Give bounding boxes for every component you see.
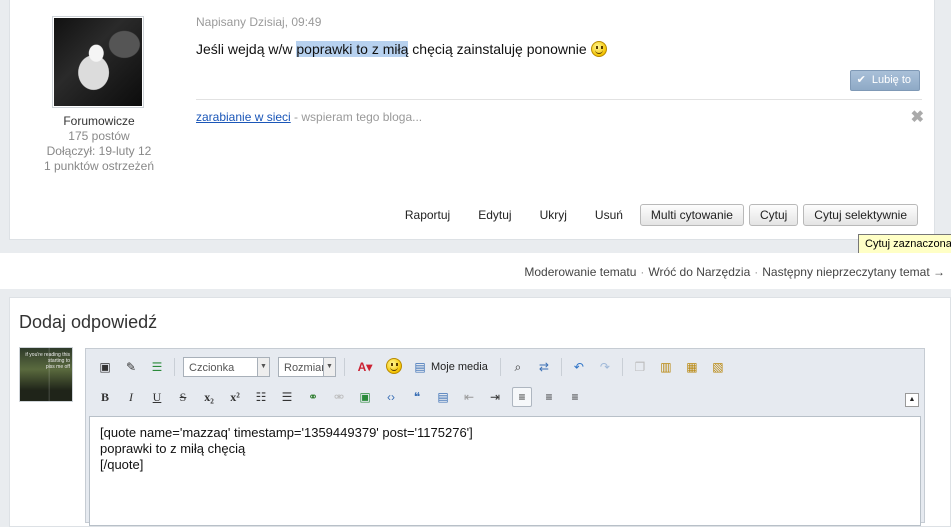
link-icon[interactable]: ⚭ <box>304 388 322 406</box>
post-body: Jeśli wejdą w/w poprawki to z miłą chęci… <box>196 41 607 57</box>
quote-button[interactable]: Cytuj <box>748 204 799 226</box>
back-to-forum-link[interactable]: Wróć do Narzędzia <box>648 265 750 279</box>
author-posts: 175 postów <box>68 129 130 143</box>
size-select[interactable]: Rozmiar ▼ <box>278 357 336 377</box>
font-select[interactable]: Czcionka ▼ <box>183 357 270 377</box>
rich-text-editor: ▣ ✎ ☰ Czcionka ▼ Rozmiar ▼ A▾ ▤ Moje media… <box>85 348 925 526</box>
post-actions: Raportuj Edytuj Ukryj Usuń Multi cytowan… <box>405 204 918 226</box>
redo-icon[interactable]: ↷ <box>596 358 614 376</box>
italic-icon[interactable]: I <box>122 388 140 406</box>
like-label: Lubię to <box>871 74 911 86</box>
find-icon[interactable]: ⌕ <box>509 358 527 376</box>
topic-nav: Moderowanie tematu · Wróć do Narzędzia · Nas… <box>524 265 945 279</box>
post-text-selected: poprawki to z miłą <box>296 41 409 57</box>
bold-icon[interactable]: B <box>96 388 114 406</box>
eraser-icon[interactable]: ✎ <box>122 358 140 376</box>
spoiler-icon[interactable]: ▤ <box>434 388 452 406</box>
code-icon[interactable]: ‹› <box>382 388 400 406</box>
numbered-list-icon[interactable]: ☰ <box>278 388 296 406</box>
subscript-icon[interactable]: x₂ <box>200 388 218 406</box>
like-button[interactable]: ✔ Lubię to <box>849 70 920 91</box>
toolbar-divider <box>560 358 562 376</box>
author-warnings[interactable]: 1 punktów ostrzeżeń <box>24 159 174 174</box>
media-icon[interactable]: ▤ <box>411 358 429 376</box>
paste-text-icon[interactable]: ▦ <box>683 358 701 376</box>
toolbar-row-1: ▣ ✎ ☰ Czcionka ▼ Rozmiar ▼ A▾ ▤ Moje media… <box>96 357 735 377</box>
signature-link[interactable]: zarabianie w sieci <box>196 110 291 124</box>
author-avatar[interactable] <box>52 16 144 108</box>
underline-icon[interactable]: U <box>148 388 166 406</box>
post-text-before: Jeśli wejdą w/w <box>196 41 297 57</box>
collapse-toolbar-button[interactable]: ▲ <box>905 393 919 407</box>
align-left-icon[interactable]: ≡ <box>512 387 532 407</box>
signature-divider <box>196 99 922 100</box>
multiquote-button[interactable]: Multi cytowanie <box>639 204 744 226</box>
unlink-icon[interactable]: ⚮ <box>330 388 348 406</box>
reply-title: Dodaj odpowiedź <box>19 312 158 332</box>
hide-link[interactable]: Ukryj <box>540 208 567 222</box>
paste-icon[interactable]: ▥ <box>657 358 675 376</box>
bullet-list-icon[interactable]: ☷ <box>252 388 270 406</box>
edit-link[interactable]: Edytuj <box>478 208 511 222</box>
source-mode-icon[interactable]: ▣ <box>96 358 114 376</box>
replace-icon[interactable]: ⇄ <box>535 358 553 376</box>
selective-quote-button[interactable]: Cytuj selektywnie <box>803 204 918 226</box>
emoticon-icon[interactable] <box>385 358 403 376</box>
smiley-icon <box>590 41 607 57</box>
indent-icon[interactable]: ⇥ <box>486 388 504 406</box>
strikethrough-icon[interactable]: S <box>174 388 192 406</box>
next-unread-link[interactable]: Następny nieprzeczytany temat → <box>762 265 945 279</box>
author-name[interactable]: Forumowicze <box>24 114 174 129</box>
author-info: Forumowicze 175 postów Dołączył: 19-luty… <box>24 114 174 174</box>
toolbar-row-2: B I U S x₂ x² ☷ ☰ ⚭ ⚮ ▣ ‹› ❝ ▤ ⇤ ⇥ ≡ ≡ ≡ <box>96 387 592 407</box>
check-icon: ✔ <box>856 74 866 86</box>
tooltip: Cytuj zaznaczona <box>858 234 951 255</box>
avatar-image <box>54 18 142 106</box>
moderate-topic-link[interactable]: Moderowanie tematu <box>524 265 636 279</box>
delete-link[interactable]: Usuń <box>595 208 623 222</box>
size-select-value: Rozmiar <box>284 362 325 374</box>
superscript-icon[interactable]: x² <box>226 388 244 406</box>
author-joined: Dołączył: 19-luty 12 <box>46 144 152 158</box>
signature-text: - wspieram tego bloga... <box>290 110 423 124</box>
quote-icon[interactable]: ❝ <box>408 388 426 406</box>
signature: zarabianie w sieci - wspieram tego bloga… <box>196 110 422 124</box>
chevron-down-icon: ▼ <box>323 358 335 376</box>
font-select-value: Czcionka <box>189 362 235 374</box>
close-icon[interactable]: ✖ <box>911 107 924 127</box>
toolbar-divider <box>499 358 501 376</box>
align-center-icon[interactable]: ≡ <box>540 388 558 406</box>
toolbar-divider <box>174 358 175 376</box>
avatar-caption: if you're reading this starting to piss … <box>25 352 70 370</box>
post-card: Forumowicze 175 postów Dołączył: 19-luty… <box>9 0 935 240</box>
align-right-icon[interactable]: ≡ <box>566 388 584 406</box>
toolbar-divider <box>621 358 623 376</box>
my-media-button[interactable]: Moje media <box>431 361 488 373</box>
copy-icon[interactable]: ❐ <box>631 358 649 376</box>
toolbar-divider <box>344 358 345 376</box>
report-link[interactable]: Raportuj <box>405 208 450 222</box>
font-color-icon[interactable]: A▾ <box>353 358 377 376</box>
undo-icon[interactable]: ↶ <box>570 358 588 376</box>
paste-word-icon[interactable]: ▧ <box>709 358 727 376</box>
outdent-icon[interactable]: ⇤ <box>460 388 478 406</box>
reply-textarea[interactable]: [quote name='mazzaq' timestamp='13594493… <box>89 416 921 526</box>
special-chars-icon[interactable]: ☰ <box>148 358 166 376</box>
image-icon[interactable]: ▣ <box>356 388 374 406</box>
post-text-after: chęcią zainstaluję ponownie <box>408 41 587 57</box>
reply-avatar: if you're reading this starting to piss … <box>19 347 73 402</box>
post-date: Napisany Dzisiaj, 09:49 <box>196 15 322 29</box>
chevron-down-icon: ▼ <box>257 358 269 376</box>
